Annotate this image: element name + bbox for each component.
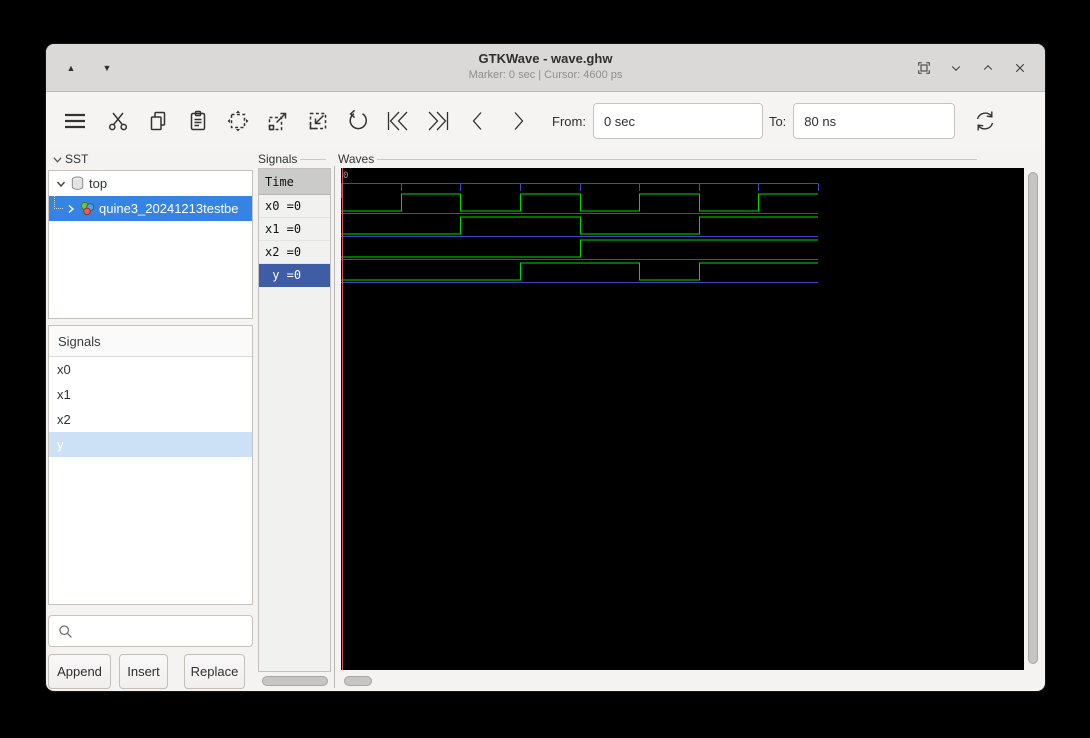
toolbar: From: To: bbox=[46, 92, 1045, 150]
signal-browser-header: Signals bbox=[49, 326, 252, 357]
sst-item-label: quine3_20241213testbe bbox=[99, 201, 239, 216]
sst-expander-icon bbox=[53, 156, 62, 163]
insert-button[interactable]: Insert bbox=[119, 654, 168, 689]
wave-trace-x2 bbox=[341, 239, 818, 258]
from-label: From: bbox=[552, 113, 586, 129]
copy-icon[interactable] bbox=[146, 109, 170, 133]
sst-tree: top quine3_20241213testbe bbox=[48, 170, 253, 319]
cut-icon[interactable] bbox=[106, 109, 130, 133]
minimize-icon[interactable] bbox=[947, 59, 965, 77]
wave-name-row-y[interactable]: y =0 bbox=[259, 264, 330, 287]
replace-button[interactable]: Replace bbox=[184, 654, 245, 689]
fullscreen-icon[interactable] bbox=[915, 59, 933, 77]
chevron-down-icon[interactable] bbox=[54, 177, 67, 190]
marker-cursor-status: Marker: 0 sec | Cursor: 4600 ps bbox=[468, 69, 623, 81]
wave-signals-frame-label: Signals bbox=[258, 152, 326, 166]
signal-search-input[interactable] bbox=[48, 615, 253, 647]
from-input[interactable] bbox=[592, 103, 763, 139]
wave-name-row-x2[interactable]: x2 =0 bbox=[259, 241, 330, 264]
zoom-fit-icon[interactable] bbox=[226, 109, 250, 133]
window-title: GTKWave - wave.ghw bbox=[478, 51, 613, 66]
testbench-cluster-icon bbox=[80, 201, 95, 216]
next-edge-icon[interactable] bbox=[506, 109, 530, 133]
sst-item-top[interactable]: top bbox=[49, 171, 252, 196]
shade-down-button[interactable]: ▼ bbox=[96, 57, 118, 79]
sst-item-label: top bbox=[89, 176, 108, 191]
wave-name-row-x0[interactable]: x0 =0 bbox=[259, 195, 330, 218]
titlebar: ▲ ▼ GTKWave - wave.ghw Marker: 0 sec | C… bbox=[46, 44, 1045, 92]
sst-frame-label: SST bbox=[52, 152, 88, 166]
waves-horizontal-scrollbar[interactable] bbox=[344, 676, 372, 686]
search-icon bbox=[59, 624, 72, 638]
pane-divider[interactable] bbox=[334, 166, 335, 688]
previous-edge-icon[interactable] bbox=[466, 109, 490, 133]
sst-item-quine3-testbench[interactable]: quine3_20241213testbe bbox=[49, 196, 252, 221]
signal-browser: Signals x0 x1 x2 y bbox=[48, 325, 253, 605]
action-buttons: Append Insert Replace bbox=[48, 654, 253, 689]
signal-item-y[interactable]: y bbox=[49, 432, 252, 457]
signal-item-x1[interactable]: x1 bbox=[49, 382, 252, 407]
time-header[interactable]: Time bbox=[259, 169, 330, 195]
zoom-out-icon[interactable] bbox=[306, 109, 330, 133]
waves-vertical-scrollbar[interactable] bbox=[1028, 172, 1038, 664]
to-label: To: bbox=[768, 113, 787, 129]
tree-guide-line bbox=[54, 196, 63, 209]
signal-item-x2[interactable]: x2 bbox=[49, 407, 252, 432]
wave-signal-names: Time x0 =0 x1 =0 x2 =0 y =0 bbox=[258, 168, 331, 672]
paste-icon[interactable] bbox=[186, 109, 210, 133]
waves-frame-label: Waves bbox=[338, 152, 977, 166]
wave-trace-x1 bbox=[341, 216, 818, 235]
names-horizontal-scrollbar[interactable] bbox=[262, 676, 328, 686]
skip-to-start-icon[interactable] bbox=[386, 109, 410, 133]
reload-icon[interactable] bbox=[973, 109, 997, 133]
signal-item-x0[interactable]: x0 bbox=[49, 357, 252, 382]
append-button[interactable]: Append bbox=[48, 654, 111, 689]
skip-to-end-icon[interactable] bbox=[426, 109, 450, 133]
wave-canvas[interactable]: 0 bbox=[341, 168, 1024, 670]
maximize-icon[interactable] bbox=[979, 59, 997, 77]
gtkwave-window: ▲ ▼ GTKWave - wave.ghw Marker: 0 sec | C… bbox=[46, 44, 1045, 691]
undo-icon[interactable] bbox=[346, 109, 370, 133]
shade-up-button[interactable]: ▲ bbox=[60, 57, 82, 79]
svg-text:0: 0 bbox=[343, 171, 348, 181]
close-icon[interactable] bbox=[1011, 59, 1029, 77]
menu-hamburger-icon[interactable] bbox=[60, 109, 90, 133]
module-cylinder-icon bbox=[70, 176, 85, 191]
zoom-in-icon[interactable] bbox=[266, 109, 290, 133]
main-content: SST top quine3_20241213testbe Signals x0… bbox=[46, 150, 1045, 691]
wave-trace-x0 bbox=[341, 193, 818, 212]
chevron-right-icon[interactable] bbox=[64, 202, 77, 215]
to-input[interactable] bbox=[793, 103, 956, 139]
wave-name-row-x1[interactable]: x1 =0 bbox=[259, 218, 330, 241]
wave-trace-y bbox=[341, 262, 818, 281]
